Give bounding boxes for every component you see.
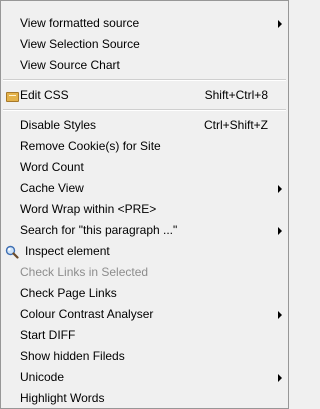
menu-separator xyxy=(3,79,286,81)
menu-item-view-source-chart[interactable]: View Source Chart xyxy=(1,55,288,76)
menu-item-label: Word Wrap within <PRE> xyxy=(20,202,157,216)
menu-item-view-selection-source[interactable]: View Selection Source xyxy=(1,34,288,55)
menu-item-label: View Source Chart xyxy=(20,58,120,72)
menu-item-unicode[interactable]: Unicode xyxy=(1,367,288,388)
menu-item-check-links-selected: Check Links in Selected xyxy=(1,262,288,283)
menu-item-label: Highlight Words xyxy=(20,391,105,405)
menu-item-label: Disable Styles xyxy=(20,118,97,132)
submenu-arrow-icon xyxy=(278,227,282,235)
menu-item-label: Show hidden Fileds xyxy=(20,349,125,363)
menu-item-word-count[interactable]: Word Count xyxy=(1,157,288,178)
menu-item-label: View Selection Source xyxy=(20,37,140,51)
menu-item-label: View formatted source xyxy=(20,16,140,30)
menu-item-disable-styles[interactable]: Disable Styles Ctrl+Shift+Z xyxy=(1,115,288,136)
menu-item-label: Word Count xyxy=(20,160,84,174)
menu-item-remove-cookies[interactable]: Remove Cookie(s) for Site xyxy=(1,136,288,157)
menu-item-label: Cache View xyxy=(20,181,84,195)
menu-item-label: Edit CSS xyxy=(20,88,69,102)
menu-item-label: Colour Contrast Analyser xyxy=(20,307,154,321)
submenu-arrow-icon xyxy=(278,20,282,28)
menu-item-inspect-element[interactable]: Inspect element xyxy=(1,241,288,262)
context-menu: View formatted source View Selection Sou… xyxy=(0,0,289,409)
menu-item-shortcut: Shift+Ctrl+8 xyxy=(204,88,268,102)
menu-item-label: Start DIFF xyxy=(20,328,76,342)
submenu-arrow-icon xyxy=(278,185,282,193)
menu-item-view-formatted-source[interactable]: View formatted source xyxy=(1,13,288,34)
menu-item-label: Check Page Links xyxy=(20,286,117,300)
menu-item-label: Inspect element xyxy=(25,244,110,258)
menu-item-edit-css[interactable]: Edit CSS Shift+Ctrl+8 xyxy=(1,85,288,106)
menu-item-highlight-words[interactable]: Highlight Words xyxy=(1,388,288,409)
css-icon xyxy=(6,92,19,102)
magnifier-icon xyxy=(5,245,19,259)
menu-item-label: Search for "this paragraph ..." xyxy=(20,223,178,237)
menu-separator xyxy=(3,109,286,111)
menu-item-search-for[interactable]: Search for "this paragraph ..." xyxy=(1,220,288,241)
menu-item-colour-contrast-analyser[interactable]: Colour Contrast Analyser xyxy=(1,304,288,325)
submenu-arrow-icon xyxy=(278,374,282,382)
menu-item-show-hidden-fileds[interactable]: Show hidden Fileds xyxy=(1,346,288,367)
menu-item-cache-view[interactable]: Cache View xyxy=(1,178,288,199)
menu-item-word-wrap-pre[interactable]: Word Wrap within <PRE> xyxy=(1,199,288,220)
menu-item-label: Unicode xyxy=(20,370,65,384)
menu-item-start-diff[interactable]: Start DIFF xyxy=(1,325,288,346)
submenu-arrow-icon xyxy=(278,311,282,319)
menu-item-label: Remove Cookie(s) for Site xyxy=(20,139,161,153)
menu-item-check-page-links[interactable]: Check Page Links xyxy=(1,283,288,304)
menu-item-shortcut: Ctrl+Shift+Z xyxy=(203,118,268,132)
menu-item-label: Check Links in Selected xyxy=(20,265,149,279)
